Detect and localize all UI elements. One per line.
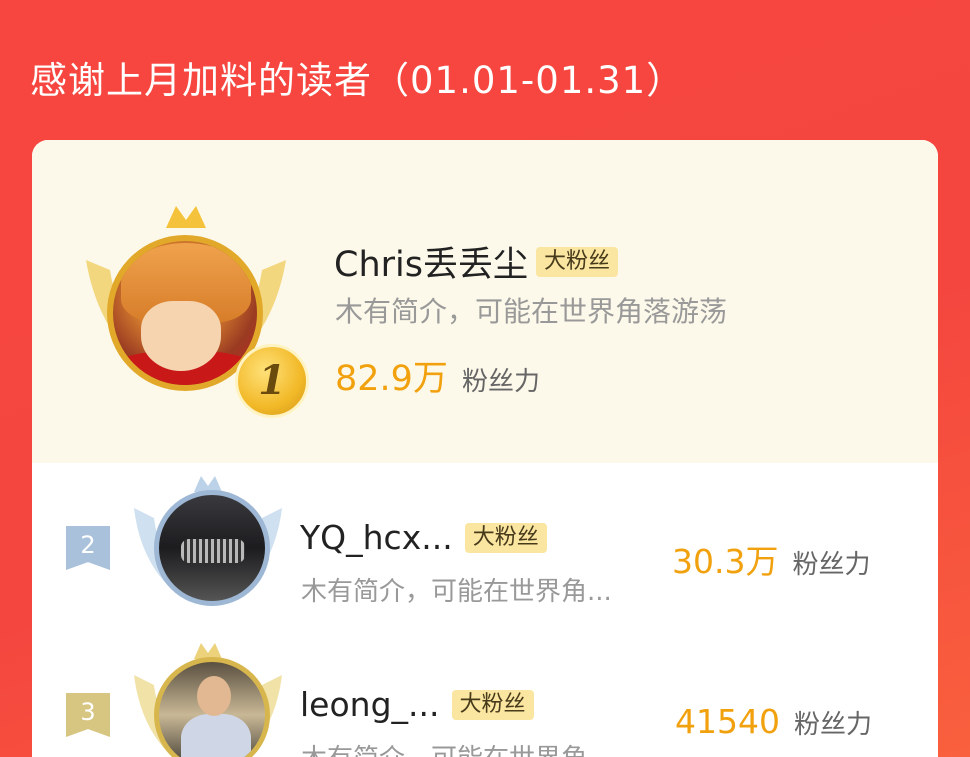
fan-ranking-card: 1 Chris丢丢尘 大粉丝 木有简介，可能在世界角落游荡 82.9万 粉丝力 … [32,140,938,757]
fan-score: 30.3万 粉丝力 [672,535,871,583]
fan-score-unit: 粉丝力 [792,550,871,580]
fan-bio: 木有简介，可能在世界角... [301,738,612,757]
fan-score: 41540 粉丝力 [675,702,872,741]
fan-name[interactable]: leong_... [300,685,440,724]
big-fan-badge: 大粉丝 [451,689,534,720]
fan-score-unit: 粉丝力 [793,710,872,740]
fan-bio: 木有简介，可能在世界角... [301,577,612,607]
person-head [197,676,231,716]
page-title: 感谢上月加料的读者（01.01-01.31） [30,59,685,102]
top-fan-bio: 木有简介，可能在世界角落游荡 [335,295,728,328]
top-fan-avatar-group[interactable]: 1 [76,200,309,418]
rank-2-ribbon-icon: 2 [66,526,110,570]
fan-name-row: YQ_hcx... 大粉丝 [300,518,547,557]
fan-score-value: 41540 [675,702,780,741]
big-fan-badge: 大粉丝 [464,522,547,553]
rank-3-ribbon-icon: 3 [66,693,110,737]
car-grille [181,539,245,563]
fan-avatar-car[interactable] [154,490,270,606]
rank-1-medal-icon: 1 [235,344,309,418]
top-fan-name[interactable]: Chris丢丢尘 [334,236,528,287]
big-fan-badge: 大粉丝 [535,246,618,277]
fan-name[interactable]: YQ_hcx... [300,518,453,557]
person-body [181,714,251,757]
top-fan-score-unit: 粉丝力 [461,367,540,397]
fan-list-item[interactable]: 3 leong_... 大粉丝 木有简介，可能在世界角... 41540 粉丝力 [32,630,938,757]
top-fan-item[interactable]: 1 Chris丢丢尘 大粉丝 木有简介，可能在世界角落游荡 82.9万 粉丝力 [32,140,938,463]
fan-score-value: 30.3万 [672,542,779,581]
top-fan-score: 82.9万 粉丝力 [335,350,540,401]
top-fan-name-row: Chris丢丢尘 大粉丝 [334,236,618,287]
fan-name-row: leong_... 大粉丝 [300,685,534,724]
avatar-face [141,301,221,371]
top-fan-score-value: 82.9万 [335,359,448,399]
fan-list-item[interactable]: 2 YQ_hcx... 大粉丝 木有简介，可能在世界角... 30.3万 粉丝力 [32,463,938,623]
